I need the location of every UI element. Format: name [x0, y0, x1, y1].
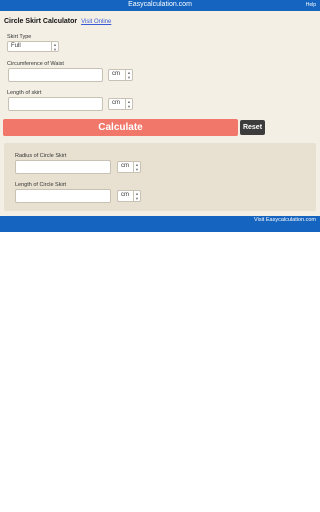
length-result-unit-value: cm — [121, 192, 129, 198]
chevron-down-icon: ▲ ▼ — [133, 191, 140, 201]
app-header: Easycalculation.com Help — [0, 0, 320, 11]
footer-link[interactable]: Visit Easycalculation.com — [254, 216, 316, 225]
footer-bar: Visit Easycalculation.com — [0, 216, 320, 232]
visit-online-link[interactable]: Visit Online — [81, 19, 111, 25]
chevron-down-icon: ▲ ▼ — [51, 42, 58, 52]
reset-button[interactable]: Reset — [240, 120, 265, 135]
waist-input[interactable] — [8, 68, 103, 82]
length-unit-select[interactable]: cm ▲ ▼ — [108, 98, 133, 110]
length-result-unit-select[interactable]: cm ▲ ▼ — [117, 190, 141, 202]
length-input[interactable] — [8, 97, 103, 111]
length-unit-value: cm — [112, 100, 120, 106]
radius-unit-select[interactable]: cm ▲ ▼ — [117, 161, 141, 173]
length-result-label: Length of Circle Skirt — [15, 182, 67, 188]
chevron-down-icon: ▲ ▼ — [133, 162, 140, 172]
chevron-down-icon: ▲ ▼ — [125, 99, 132, 109]
waist-label: Circumference of Waist — [7, 61, 64, 67]
waist-unit-select[interactable]: cm ▲ ▼ — [108, 69, 133, 81]
radius-unit-value: cm — [121, 163, 129, 169]
skirt-type-value: Full — [11, 43, 21, 49]
length-label: Length of skirt — [7, 90, 42, 96]
app-title: Easycalculation.com — [128, 1, 192, 8]
page-title: Circle Skirt Calculator — [4, 18, 78, 25]
radius-result-field[interactable] — [15, 160, 111, 174]
page-heading: Circle Skirt Calculator Visit Online — [4, 18, 111, 25]
calculate-button[interactable]: Calculate — [3, 119, 238, 136]
skirt-type-select[interactable]: Full ▲ ▼ — [7, 41, 59, 52]
length-result-field[interactable] — [15, 189, 111, 203]
waist-unit-value: cm — [112, 71, 120, 77]
chevron-down-icon: ▲ ▼ — [125, 70, 132, 80]
radius-result-label: Radius of Circle Skirt — [15, 153, 67, 159]
help-link[interactable]: Help — [306, 0, 316, 10]
skirt-type-label: Skirt Type — [7, 34, 32, 40]
